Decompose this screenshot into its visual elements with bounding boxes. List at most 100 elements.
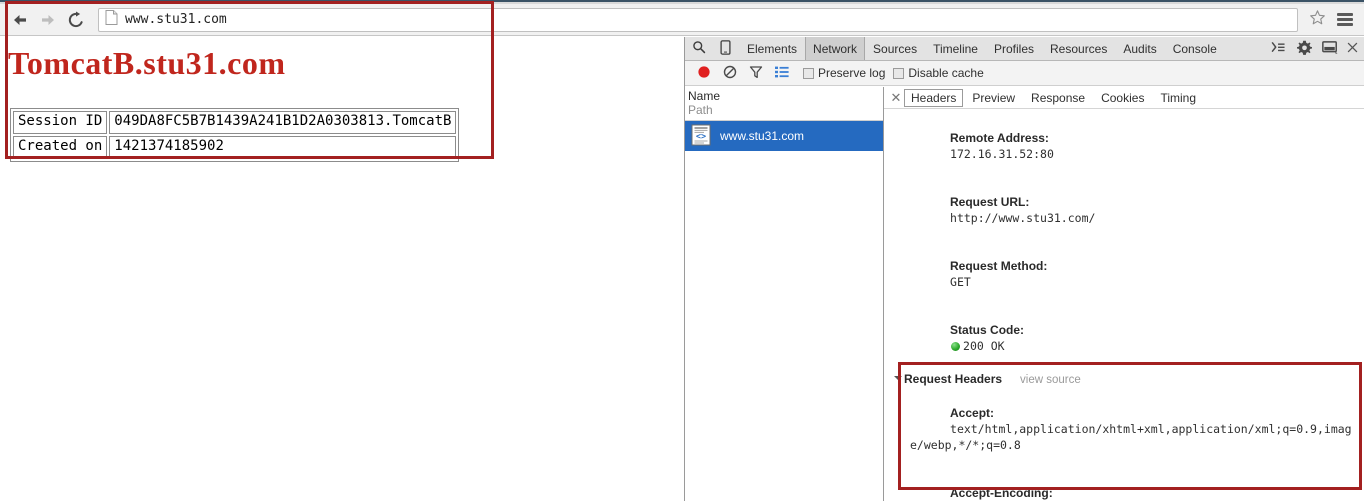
session-id-value: 049DA8FC5B7B1439A241B1D2A0303813.TomcatB [109,111,457,134]
detail-tabbar: ✕ Headers Preview Response Cookies Timin… [884,87,1364,109]
forward-arrow-icon [39,12,57,28]
dock-position-icon [1322,40,1338,57]
device-toolbar-icon [720,39,731,58]
browser-toolbar: www.stu31.com [0,4,1364,36]
document-code-icon: <> [691,124,711,149]
record-button[interactable] [691,62,717,84]
filter-button[interactable] [743,62,769,84]
tab-profiles[interactable]: Profiles [986,37,1042,60]
list-view-icon [775,66,789,81]
chrome-menu-button[interactable] [1330,7,1360,33]
tab-console[interactable]: Console [1165,37,1225,60]
record-button-icon [697,65,711,82]
detail-tab-headers[interactable]: Headers [904,88,964,107]
disable-cache-checkbox[interactable]: Disable cache [893,66,984,80]
network-body: Name Path <> www.stu31.com ✕ Headers Pre… [685,87,1364,501]
header-request-url: Request URL: http://www.stu31.com/ [884,178,1364,242]
devtools-tabbar: Elements Network Sources Timeline Profil… [685,37,1364,61]
header-key: Request URL: [950,195,1030,209]
table-row: Session ID 049DA8FC5B7B1439A241B1D2A0303… [13,111,457,134]
console-drawer-button[interactable] [1265,41,1291,57]
tab-elements[interactable]: Elements [739,37,805,60]
status-ok-icon [951,342,961,351]
request-detail-panel: ✕ Headers Preview Response Cookies Timin… [884,87,1364,501]
page-viewport: TomcatB.stu31.com Session ID 049DA8FC5B7… [0,37,684,501]
forward-button[interactable] [34,6,62,34]
table-row: Created on 1421374185902 [13,136,457,159]
tab-sources[interactable]: Sources [865,37,925,60]
checkbox-box[interactable] [803,67,814,79]
console-drawer-icon [1271,41,1286,57]
page-title: TomcatB.stu31.com [8,45,286,81]
requests-list-panel: Name Path <> www.stu31.com [685,87,884,501]
section-label: Request Headers [904,372,1003,386]
header-accept-encoding: Accept-Encoding: gzip, deflate, sdch [884,469,1364,501]
disable-cache-label: Disable cache [908,66,984,80]
close-icon [1347,42,1358,56]
header-remote-address: Remote Address: 172.16.31.52:80 [884,114,1364,178]
status-code-value: 200 OK [963,339,1005,353]
header-value: GET [950,275,971,289]
filter-funnel-icon [749,65,763,82]
back-button[interactable] [6,6,34,34]
reload-icon [67,11,85,29]
headers-pane: Remote Address: 172.16.31.52:80 Request … [884,109,1364,501]
column-header-path[interactable]: Path [688,103,883,117]
header-accept: Accept: text/html,application/xhtml+xml,… [884,389,1364,469]
back-arrow-icon [11,12,29,28]
header-request-method: Request Method: GET [884,242,1364,306]
devtools-tabbar-actions [1265,37,1364,60]
view-toggle-button[interactable] [769,62,795,84]
dock-position-button[interactable] [1317,40,1343,57]
bookmark-button[interactable] [1304,7,1330,33]
devtools-close-button[interactable] [1343,42,1361,56]
session-info-table: Session ID 049DA8FC5B7B1439A241B1D2A0303… [10,108,460,162]
checkbox-box[interactable] [893,67,905,79]
request-name: www.stu31.com [720,129,805,143]
address-bar-text[interactable]: www.stu31.com [125,12,227,27]
star-icon [1309,9,1326,31]
header-key: Remote Address: [950,131,1049,145]
tab-network[interactable]: Network [805,37,866,60]
header-status-code: Status Code: 200 OK [884,306,1364,370]
tab-audits[interactable]: Audits [1115,37,1164,60]
header-key: Status Code: [950,323,1025,337]
hamburger-menu-icon [1337,11,1353,28]
chevron-down-icon [894,376,902,380]
preserve-log-checkbox[interactable]: Preserve log [803,66,885,80]
created-on-value: 1421374185902 [109,136,457,159]
clear-icon [723,65,737,82]
header-value: text/html,application/xhtml+xml,applicat… [910,422,1352,452]
search-icon [692,40,706,57]
devtools-settings-button[interactable] [1291,40,1317,58]
header-key: Accept: [950,406,995,420]
header-value: 172.16.31.52:80 [950,147,1054,161]
close-detail-icon[interactable]: ✕ [888,91,904,104]
devtools-search-button[interactable] [685,37,712,60]
request-headers-section-title[interactable]: Request Headers view source [884,370,1364,389]
detail-tab-response[interactable]: Response [1024,89,1092,107]
requests-list-header[interactable]: Name Path [685,87,883,121]
clear-requests-button[interactable] [717,62,743,84]
settings-gear-icon [1296,40,1312,58]
device-toolbar-button[interactable] [712,37,739,60]
network-toolbar: Preserve log Disable cache [685,61,1364,86]
preserve-log-label: Preserve log [818,66,886,80]
reload-button[interactable] [62,6,90,34]
page-document-icon [105,9,118,30]
request-row-selected[interactable]: <> www.stu31.com [685,121,883,151]
column-header-name[interactable]: Name [688,89,883,103]
address-bar[interactable]: www.stu31.com [98,7,1298,32]
detail-tab-preview[interactable]: Preview [965,89,1022,107]
devtools-panel: Elements Network Sources Timeline Profil… [684,37,1364,501]
view-source-link[interactable]: view source [1020,374,1081,386]
header-key: Accept-Encoding: [950,486,1053,500]
detail-tab-cookies[interactable]: Cookies [1094,89,1151,107]
created-on-label: Created on [13,136,108,159]
svg-text:<>: <> [696,132,706,142]
session-id-label: Session ID [13,111,108,134]
tab-timeline[interactable]: Timeline [925,37,986,60]
detail-tab-timing[interactable]: Timing [1153,89,1203,107]
tab-resources[interactable]: Resources [1042,37,1115,60]
header-value: http://www.stu31.com/ [950,211,1096,225]
